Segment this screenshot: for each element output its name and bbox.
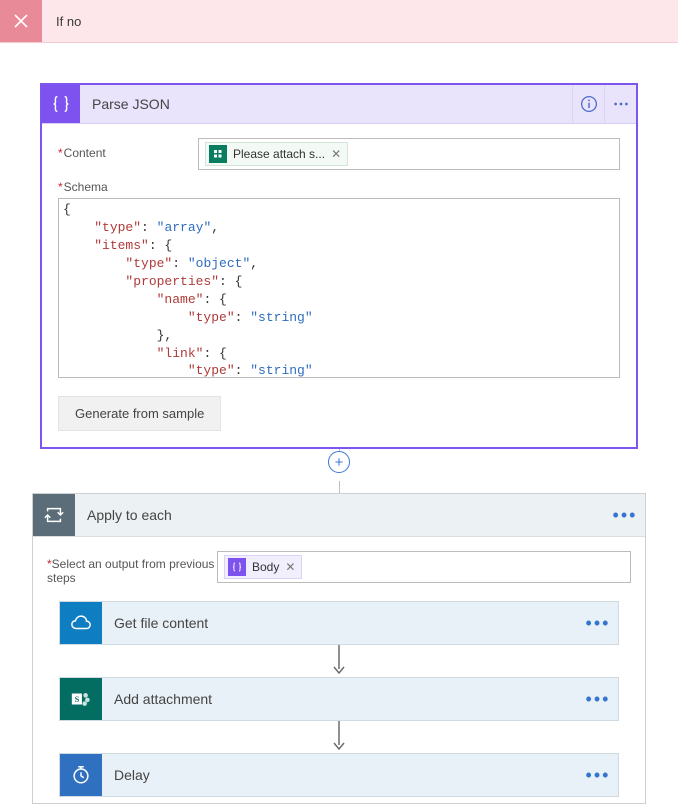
more-icon[interactable]: •••: [578, 754, 618, 796]
delay-title: Delay: [102, 767, 578, 783]
token-remove-icon[interactable]: ✕: [285, 560, 295, 574]
content-input[interactable]: Please attach s... ✕: [198, 138, 620, 170]
info-icon[interactable]: [572, 85, 604, 123]
close-icon: [0, 0, 42, 42]
more-icon[interactable]: •••: [578, 678, 618, 720]
more-icon[interactable]: •••: [578, 602, 618, 644]
svg-text:S: S: [75, 695, 80, 704]
apply-to-each-title: Apply to each: [75, 507, 605, 523]
content-token-label: Please attach s...: [233, 147, 325, 161]
loop-icon: [33, 494, 75, 536]
body-token[interactable]: Body ✕: [224, 555, 302, 579]
cloud-icon: [60, 602, 102, 644]
parse-json-card: Parse JSON *Content Please attach s: [40, 83, 638, 449]
schema-textarea[interactable]: { "type": "array", "items": { "type": "o…: [58, 198, 620, 378]
parse-json-header[interactable]: Parse JSON: [42, 85, 636, 124]
flow-arrow: [47, 645, 631, 677]
schema-label: *Schema: [58, 180, 620, 194]
parse-json-icon: [42, 85, 80, 123]
parse-json-title: Parse JSON: [80, 96, 572, 112]
token-remove-icon[interactable]: ✕: [331, 147, 341, 161]
clock-icon: [60, 754, 102, 796]
add-step-button[interactable]: +: [328, 451, 350, 473]
apply-to-each-card: Apply to each ••• *Select an output from…: [32, 493, 646, 804]
content-token[interactable]: Please attach s... ✕: [205, 142, 348, 166]
flow-arrow: [47, 721, 631, 753]
sharepoint-icon: S: [60, 678, 102, 720]
more-icon[interactable]: [604, 85, 636, 123]
delay-step[interactable]: Delay •••: [59, 753, 619, 797]
if-no-title: If no: [42, 14, 81, 29]
parse-json-icon: [228, 558, 246, 576]
select-output-label: *Select an output from previous steps: [47, 551, 217, 585]
get-file-content-step[interactable]: Get file content •••: [59, 601, 619, 645]
forms-icon: [209, 145, 227, 163]
body-token-label: Body: [252, 560, 279, 574]
add-attachment-title: Add attachment: [102, 691, 578, 707]
more-icon[interactable]: •••: [605, 494, 645, 536]
content-label: *Content: [58, 138, 198, 160]
select-output-input[interactable]: Body ✕: [217, 551, 631, 583]
get-file-content-title: Get file content: [102, 615, 578, 631]
add-attachment-step[interactable]: S Add attachment •••: [59, 677, 619, 721]
generate-from-sample-button[interactable]: Generate from sample: [58, 396, 221, 431]
if-no-branch-header: If no: [0, 0, 678, 43]
apply-to-each-header[interactable]: Apply to each •••: [33, 494, 645, 537]
